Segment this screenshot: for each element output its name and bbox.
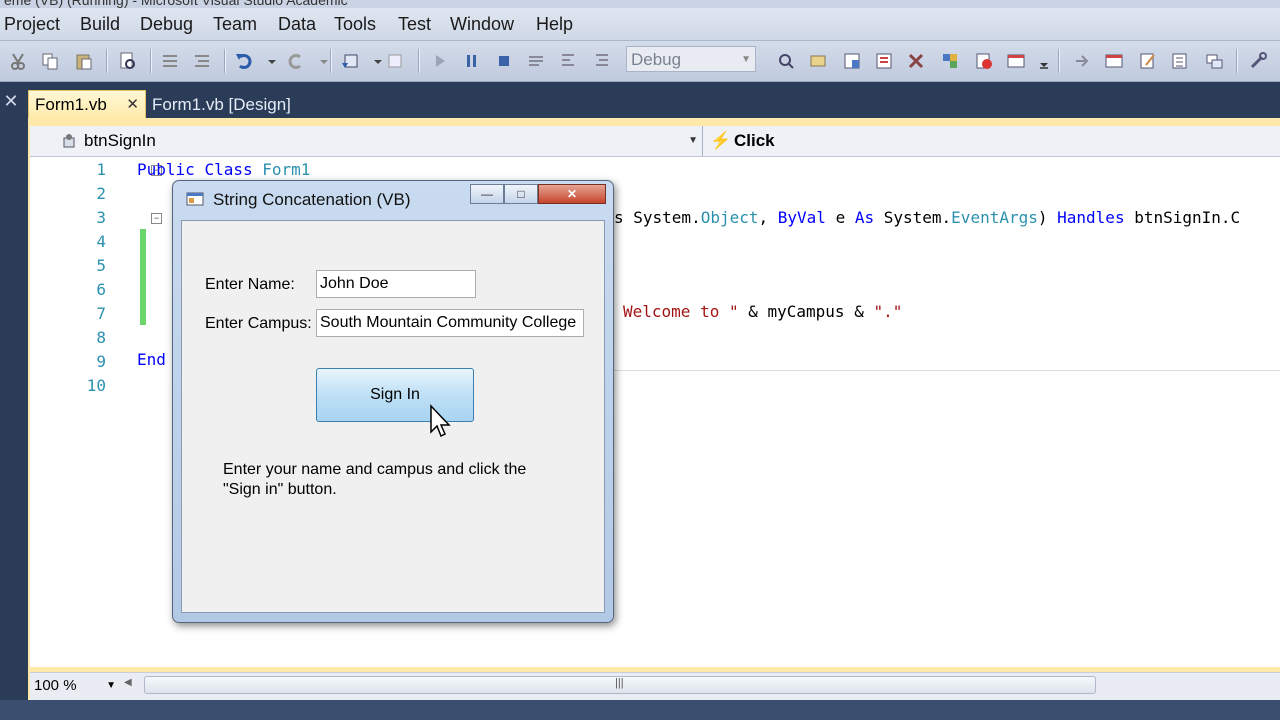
properties-icon[interactable] <box>842 51 862 71</box>
object-browser-icon[interactable] <box>874 51 894 71</box>
paste-icon[interactable] <box>74 51 94 71</box>
configuration-value: Debug <box>631 50 682 69</box>
horizontal-scrollbar[interactable]: ||| <box>144 676 1096 694</box>
name-label: Enter Name: <box>205 276 295 293</box>
code-line-9: End <box>137 350 166 369</box>
step-over-icon[interactable] <box>592 51 612 71</box>
navigate-backward-icon[interactable] <box>340 51 360 71</box>
app-form-icon <box>186 190 204 208</box>
menu-project[interactable]: Project <box>4 14 60 35</box>
chevron-down-icon: ▼ <box>688 135 698 146</box>
selected-object: btnSignIn <box>84 131 156 150</box>
code-line-7: Welcome to " & myCampus & "." <box>623 302 903 321</box>
navigate-forward-icon[interactable] <box>386 51 406 71</box>
line-number: 6 <box>96 280 106 299</box>
menu-tools[interactable]: Tools <box>334 14 376 35</box>
control-icon <box>63 134 75 148</box>
find-in-files-icon[interactable] <box>118 51 138 71</box>
campus-label: Enter Campus: <box>205 315 312 332</box>
menu-window[interactable]: Window <box>450 14 514 35</box>
toolbar-options-icon[interactable] <box>1034 51 1048 71</box>
close-panel-icon[interactable]: ✕ <box>0 90 22 112</box>
line-number: 3 <box>96 208 106 227</box>
copy-icon[interactable] <box>40 51 60 71</box>
menu-debug[interactable]: Debug <box>140 14 193 35</box>
campus-textbox[interactable]: South Mountain Community College <box>316 309 584 337</box>
error-list-icon[interactable] <box>974 51 994 71</box>
extension-manager-icon[interactable] <box>940 51 960 71</box>
code-line-1: Public Class Form1 <box>137 160 311 179</box>
instructions-label: Enter your name and campus and click the… <box>223 461 527 498</box>
uncomment-lines-icon[interactable] <box>192 51 212 71</box>
undo-dropdown-icon[interactable] <box>262 51 276 71</box>
dialog-title: String Concatenation (VB) <box>213 190 411 209</box>
go-to-arrow-icon[interactable] <box>1072 51 1092 71</box>
class-name-dropdown[interactable]: btnSignIn ▼ <box>30 126 703 156</box>
output-window-icon[interactable] <box>1006 51 1026 71</box>
menu-data[interactable]: Data <box>278 14 316 35</box>
bottom-panel-strip <box>0 700 1280 720</box>
edit-icon[interactable] <box>1138 51 1158 71</box>
name-textbox[interactable]: John Doe <box>316 270 476 298</box>
tab-label: Form1.vb [Design] <box>152 95 291 114</box>
customize-icon[interactable] <box>1248 51 1268 71</box>
solution-configuration-dropdown[interactable]: Debug ▼ <box>626 46 756 72</box>
zoom-value: 100 % <box>34 677 77 694</box>
change-marker <box>140 277 146 301</box>
menu-build[interactable]: Build <box>80 14 120 35</box>
line-number: 1 <box>96 160 106 179</box>
task-list-icon[interactable] <box>1170 51 1190 71</box>
navigate-dropdown-icon[interactable] <box>368 51 382 71</box>
line-number: 10 <box>86 376 106 395</box>
start-debugging-icon[interactable] <box>430 51 450 71</box>
code-line-3: s System.Object, ByVal e As System.Event… <box>614 208 1241 227</box>
minimize-button[interactable]: — <box>470 184 504 204</box>
close-button[interactable]: ✕ <box>538 184 606 204</box>
tab-form1-design[interactable]: Form1.vb [Design] <box>152 92 291 118</box>
event-lightning-icon: ⚡ <box>710 131 732 150</box>
toolbox-icon[interactable] <box>906 51 926 71</box>
window-title: ême (VB) (Running) - Microsoft Visual St… <box>4 0 348 8</box>
redo-dropdown-icon[interactable] <box>314 51 328 71</box>
solution-explorer-icon[interactable] <box>808 51 828 71</box>
redo-icon[interactable] <box>286 51 306 71</box>
undo-icon[interactable] <box>234 51 254 71</box>
tab-label: Form1.vb <box>35 95 107 114</box>
line-number: 8 <box>96 328 106 347</box>
window-title-bar: ême (VB) (Running) - Microsoft Visual St… <box>0 0 1280 8</box>
attach-process-icon[interactable] <box>1204 51 1224 71</box>
tab-form1-vb[interactable]: Form1.vb ✕ <box>28 90 146 120</box>
maximize-button[interactable]: □ <box>504 184 538 204</box>
change-marker <box>140 301 146 325</box>
menu-bar: Project Build Debug Team Data Tools Test… <box>0 8 1280 41</box>
zoom-dropdown[interactable]: 100 % ▼ <box>34 677 118 695</box>
close-tab-icon[interactable]: ✕ <box>126 91 139 119</box>
step-into-icon[interactable] <box>558 51 578 71</box>
change-marker <box>140 253 146 277</box>
show-next-statement-icon[interactable] <box>526 51 546 71</box>
line-number: 5 <box>96 256 106 275</box>
chevron-down-icon: ▼ <box>106 680 116 691</box>
cut-icon[interactable] <box>8 51 28 71</box>
collapse-icon[interactable]: − <box>151 213 162 224</box>
bookmark-window-icon[interactable] <box>1104 51 1124 71</box>
line-number: 2 <box>96 184 106 203</box>
chevron-down-icon: ▼ <box>741 54 751 65</box>
line-number: 9 <box>96 352 106 371</box>
stop-icon[interactable] <box>494 51 514 71</box>
scroll-grip-icon: ||| <box>615 677 624 689</box>
mouse-pointer-icon <box>428 404 452 440</box>
menu-test[interactable]: Test <box>398 14 431 35</box>
line-number: 7 <box>96 304 106 323</box>
find-symbol-icon[interactable] <box>776 51 796 71</box>
selected-event: Click <box>734 131 775 150</box>
menu-help[interactable]: Help <box>536 14 573 35</box>
procedure-separator <box>614 370 1280 371</box>
scroll-left-icon[interactable]: ◀ <box>124 677 132 688</box>
line-number: 4 <box>96 232 106 251</box>
pause-icon[interactable] <box>462 51 482 71</box>
change-marker <box>140 229 146 253</box>
menu-team[interactable]: Team <box>213 14 257 35</box>
comment-lines-icon[interactable] <box>160 51 180 71</box>
